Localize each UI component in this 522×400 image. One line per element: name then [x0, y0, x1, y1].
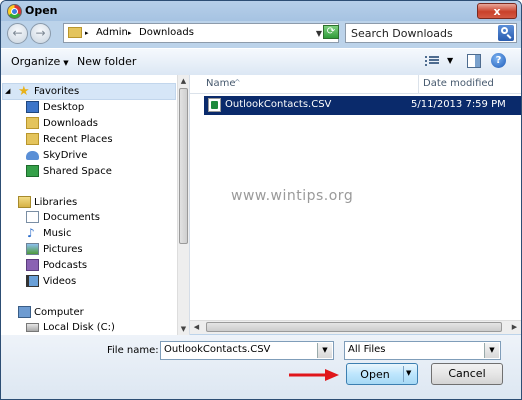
- forward-arrow-icon: →: [35, 26, 46, 40]
- sidebar-group-label: Libraries: [34, 197, 78, 208]
- watermark-text: www.wintips.org: [231, 188, 354, 204]
- scrollbar-thumb[interactable]: [206, 322, 502, 332]
- address-dropdown-icon[interactable]: ▼: [316, 29, 322, 38]
- title-bar: Open x: [1, 1, 521, 21]
- refresh-button[interactable]: ⟳: [323, 25, 339, 39]
- skydrive-cloud-icon: [26, 151, 39, 160]
- sidebar-group-label: Computer: [34, 307, 84, 318]
- split-divider: [403, 366, 404, 382]
- sidebar-item-label: Recent Places: [43, 134, 113, 145]
- sidebar-item-label: Podcasts: [43, 260, 88, 271]
- shared-space-icon: [26, 165, 39, 177]
- file-list-horizontal-scrollbar[interactable]: ◀ ▶: [190, 320, 521, 334]
- close-button[interactable]: x: [477, 3, 517, 19]
- red-arrow-annotation: [289, 369, 339, 381]
- column-header-row: Name ^ Date modified: [190, 75, 521, 94]
- downloads-folder-icon: [26, 117, 39, 129]
- preview-pane-icon[interactable]: [467, 54, 481, 68]
- scroll-up-icon[interactable]: ▲: [178, 75, 189, 87]
- music-icon: ♪: [27, 226, 35, 240]
- sidebar-item-label: Local Disk (C:): [43, 322, 115, 333]
- breadcrumb-downloads[interactable]: Downloads: [139, 27, 194, 38]
- search-input[interactable]: Search Downloads: [351, 27, 453, 40]
- change-view-icon[interactable]: [425, 55, 439, 67]
- chevron-down-icon[interactable]: ◢: [5, 84, 13, 96]
- breadcrumb-separator: ▸: [85, 29, 89, 37]
- close-icon: x: [493, 5, 501, 18]
- sidebar-group-label: Favorites: [34, 86, 80, 97]
- chevron-down-icon: ▼: [63, 59, 69, 67]
- refresh-icon: ⟳: [326, 26, 336, 37]
- sidebar-item-label: SkyDrive: [43, 150, 88, 161]
- sidebar-item-label: Pictures: [43, 244, 83, 255]
- window-title: Open: [25, 4, 58, 17]
- sidebar-item-label: Videos: [43, 276, 77, 287]
- navigation-bar: ← → ▸ Admin ▸ Downloads ▼ ⟳ Search Downl…: [1, 21, 521, 47]
- chrome-app-icon: [7, 4, 22, 19]
- dialog-footer: File name: OutlookContacts.CSV ▼ All Fil…: [1, 335, 521, 399]
- back-arrow-icon: ←: [12, 26, 23, 40]
- chevron-down-icon[interactable]: ▼: [484, 343, 499, 358]
- file-name: OutlookContacts.CSV: [225, 99, 332, 110]
- scroll-down-icon[interactable]: ▼: [178, 323, 189, 335]
- file-name-value: OutlookContacts.CSV: [164, 344, 271, 355]
- file-name-label: File name:: [107, 345, 159, 356]
- chevron-down-icon[interactable]: ▼: [406, 369, 411, 377]
- libraries-icon: [18, 196, 31, 208]
- scroll-left-icon[interactable]: ◀: [190, 321, 203, 334]
- sort-ascending-icon: ^: [234, 78, 241, 87]
- sidebar-item-label: Music: [43, 228, 72, 239]
- organize-button[interactable]: Organize ▼: [11, 55, 69, 68]
- column-divider[interactable]: [418, 75, 419, 93]
- podcasts-icon: [26, 259, 39, 271]
- computer-icon: [18, 306, 31, 318]
- breadcrumb-admin[interactable]: Admin: [96, 27, 128, 38]
- new-folder-button[interactable]: New folder: [77, 55, 136, 68]
- star-icon: ★: [18, 84, 30, 99]
- search-icon[interactable]: [498, 25, 514, 41]
- search-box[interactable]: Search Downloads: [345, 23, 517, 43]
- open-button-label: Open: [360, 368, 390, 381]
- open-dialog: Open x ← → ▸ Admin ▸ Downloads ▼ ⟳ Searc…: [0, 0, 522, 400]
- file-type-value: All Files: [348, 344, 386, 355]
- disk-drive-icon: [26, 323, 39, 332]
- scroll-right-icon[interactable]: ▶: [508, 321, 521, 334]
- file-date-modified: 5/11/2013 7:59 PM: [411, 99, 506, 110]
- open-button[interactable]: Open ▼: [346, 363, 418, 385]
- breadcrumb-separator: ▸: [128, 29, 132, 37]
- file-name-field[interactable]: OutlookContacts.CSV ▼: [160, 341, 334, 360]
- column-name[interactable]: Name: [206, 78, 236, 89]
- sidebar-item-label: Desktop: [43, 102, 85, 113]
- cancel-button[interactable]: Cancel: [431, 363, 503, 385]
- recent-places-icon: [26, 133, 39, 145]
- sidebar-item-label: Documents: [43, 212, 101, 223]
- folder-icon: [68, 27, 82, 38]
- file-row-selected[interactable]: OutlookContacts.CSV 5/11/2013 7:59 PM: [204, 96, 521, 115]
- scrollbar-thumb[interactable]: [179, 88, 188, 244]
- forward-button[interactable]: →: [30, 23, 51, 44]
- view-dropdown-icon[interactable]: ▼: [447, 56, 453, 65]
- videos-icon: [26, 275, 39, 287]
- address-bar[interactable]: ▸ Admin ▸ Downloads ▼: [63, 23, 339, 43]
- csv-file-icon: [208, 98, 221, 112]
- sidebar-item-label: Shared Space: [43, 166, 112, 177]
- file-type-select[interactable]: All Files ▼: [344, 341, 501, 360]
- organize-label: Organize: [11, 55, 61, 68]
- documents-icon: [26, 211, 39, 223]
- pictures-icon: [26, 243, 39, 255]
- desktop-icon: [26, 101, 39, 113]
- navigation-pane: ◢ ★ Favorites Desktop Downloads Recent P…: [1, 75, 190, 335]
- chevron-down-icon[interactable]: ▼: [317, 343, 332, 358]
- help-icon[interactable]: ?: [491, 53, 506, 68]
- sidebar-item-label: Downloads: [43, 118, 98, 129]
- navigation-pane-scrollbar[interactable]: ▲ ▼: [177, 75, 189, 335]
- column-date-modified[interactable]: Date modified: [423, 78, 494, 89]
- back-button[interactable]: ←: [7, 23, 28, 44]
- command-toolbar: Organize ▼ New folder ▼ ?: [1, 48, 521, 76]
